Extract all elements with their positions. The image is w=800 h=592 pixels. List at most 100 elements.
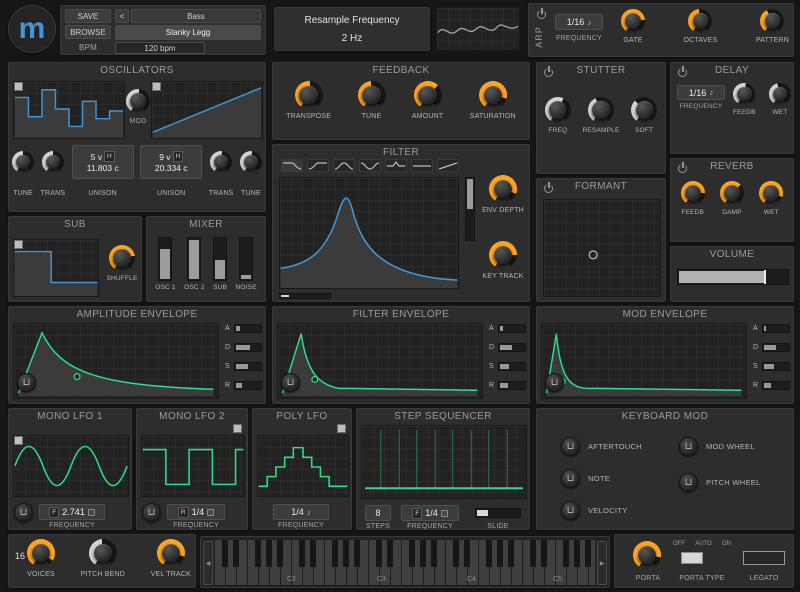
porta-type-switch[interactable] [681, 552, 703, 564]
osc2-wave-display[interactable] [151, 81, 263, 139]
voices-knob[interactable] [27, 539, 55, 567]
volume-slider[interactable] [677, 269, 789, 285]
osc1-wave-display[interactable] [13, 81, 125, 139]
osc1-selector-button[interactable] [14, 82, 23, 91]
osc1-tune-knob[interactable] [12, 151, 34, 173]
lfo2-mode-chip[interactable]: R [178, 507, 189, 518]
mod-wheel-mod-button[interactable]: ⊔ [679, 437, 698, 456]
volume-slider-handle[interactable] [764, 270, 766, 284]
mod-envelope-mod-button[interactable]: ⊔ [545, 373, 564, 392]
key-track-knob[interactable] [489, 241, 517, 269]
browse-button[interactable]: BROWSE [65, 25, 111, 39]
keyboard-scroll-left-button[interactable]: ◀ [203, 541, 213, 585]
arp-power-button[interactable] [536, 9, 547, 20]
filter-type-ramp-icon[interactable] [437, 159, 459, 172]
decay-slider[interactable] [762, 343, 790, 352]
filter-type-lowpass-icon[interactable] [281, 159, 303, 172]
reverb-damp-knob[interactable] [720, 181, 744, 205]
filter-type-bandpass-icon[interactable] [333, 159, 355, 172]
sustain-slider[interactable] [762, 362, 790, 371]
lfo1-mode-chip[interactable]: F [49, 507, 59, 518]
feedback-tune-knob[interactable] [358, 81, 386, 109]
osc2-selector-button[interactable] [152, 82, 161, 91]
arp-frequency-value[interactable]: 1/16 ♪ [555, 14, 603, 30]
stutter-power-button[interactable] [543, 67, 554, 78]
lfo1-mod-button[interactable]: ⊔ [14, 503, 33, 522]
unison2-display[interactable]: 9 vH 20.334 c [140, 145, 202, 179]
amp-envelope-display[interactable] [13, 323, 219, 399]
feedback-saturation-knob[interactable] [479, 81, 507, 109]
filter-envelope-mod-button[interactable]: ⊔ [281, 373, 300, 392]
formant-xy-pad[interactable] [543, 199, 661, 297]
legato-toggle[interactable] [743, 551, 785, 565]
filter-type-flat-icon[interactable] [411, 159, 433, 172]
keyboard-scroll-right-button[interactable]: ▶ [597, 541, 607, 585]
dice-icon[interactable] [88, 509, 95, 516]
poly-lfo-selector-button[interactable] [337, 424, 346, 433]
aftertouch-mod-button[interactable]: ⊔ [561, 437, 580, 456]
attack-slider[interactable] [234, 324, 262, 333]
attack-slider[interactable] [498, 324, 526, 333]
sub-wave-display[interactable] [13, 239, 99, 297]
filter-pan-slider[interactable] [279, 293, 331, 299]
pitch-bend-knob[interactable] [89, 539, 117, 567]
delay-feedback-knob[interactable] [733, 83, 755, 105]
lfo1-frequency-value[interactable]: F 2.741 [39, 504, 105, 520]
slide-slider[interactable] [475, 508, 521, 518]
release-slider[interactable] [762, 381, 790, 390]
unison1-display[interactable]: 5 vH 11.803 c [72, 145, 134, 179]
dice-icon[interactable] [207, 509, 214, 516]
osc2-tune-knob[interactable] [240, 151, 262, 173]
pitch-wheel-mod-button[interactable]: ⊔ [679, 473, 698, 492]
mixer-noise-slider[interactable] [239, 237, 253, 281]
reverb-wet-knob[interactable] [759, 181, 783, 205]
filter-type-notch-icon[interactable] [359, 159, 381, 172]
preset-prev-button[interactable]: < [115, 9, 129, 23]
mixer-sub-slider[interactable] [213, 237, 227, 281]
filter-type-peak-icon[interactable] [385, 159, 407, 172]
sustain-slider[interactable] [498, 362, 526, 371]
amp-envelope-mod-button[interactable]: ⊔ [17, 373, 36, 392]
step-seq-frequency-value[interactable]: F 1/4 [401, 505, 459, 521]
delay-wet-knob[interactable] [769, 83, 791, 105]
preset-name-field[interactable]: Stanky Legg [115, 25, 261, 40]
delay-frequency-value[interactable]: 1/16 ♪ [677, 85, 725, 100]
filter-curve-display[interactable] [279, 177, 459, 289]
oscilloscope-display[interactable] [436, 7, 520, 51]
porta-knob[interactable] [633, 541, 661, 569]
poly-lfo-wave-display[interactable] [257, 435, 349, 497]
steps-value[interactable]: 8 [365, 505, 391, 521]
lfo2-wave-display[interactable] [141, 435, 245, 497]
bank-field[interactable]: Bass [131, 9, 261, 23]
stutter-freq-knob[interactable] [545, 97, 571, 123]
piano-keyboard[interactable]: C2 C3 C4 C5 [215, 540, 595, 586]
velocity-mod-button[interactable]: ⊔ [561, 501, 580, 520]
unison2-mode-chip[interactable]: H [173, 151, 184, 162]
poly-lfo-frequency-value[interactable]: 1/4 ♪ [273, 504, 329, 520]
osc2-trans-knob[interactable] [210, 151, 232, 173]
step-sequencer-display[interactable] [361, 425, 527, 499]
gate-knob[interactable] [621, 9, 645, 33]
stutter-soft-knob[interactable] [631, 97, 657, 123]
lfo2-mod-button[interactable]: ⊔ [142, 503, 161, 522]
reverb-feedback-knob[interactable] [681, 181, 705, 205]
filter-type-highpass-icon[interactable] [307, 159, 329, 172]
mixer-osc2-slider[interactable] [187, 237, 201, 281]
vel-track-knob[interactable] [157, 539, 185, 567]
decay-slider[interactable] [498, 343, 526, 352]
env-depth-knob[interactable] [489, 175, 517, 203]
octaves-knob[interactable] [688, 9, 712, 33]
sustain-slider[interactable] [234, 362, 262, 371]
shuffle-knob[interactable] [109, 245, 135, 271]
lfo1-wave-display[interactable] [13, 435, 129, 497]
save-button[interactable]: SAVE [65, 9, 111, 23]
osc1-trans-knob[interactable] [42, 151, 64, 173]
sub-selector-button[interactable] [14, 240, 23, 249]
osc-mod-knob[interactable] [126, 89, 150, 113]
mod-envelope-display[interactable] [541, 323, 747, 399]
lfo2-frequency-value[interactable]: R 1/4 [167, 504, 225, 520]
lfo1-selector-button[interactable] [14, 436, 23, 445]
release-slider[interactable] [498, 381, 526, 390]
release-slider[interactable] [234, 381, 262, 390]
note-mod-button[interactable]: ⊔ [561, 469, 580, 488]
